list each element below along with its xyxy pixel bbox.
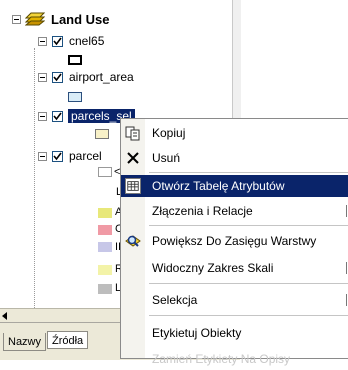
submenu-arrow-icon xyxy=(346,205,347,217)
submenu-arrow-icon xyxy=(346,262,347,274)
layer-group-name: Land Use xyxy=(51,11,110,27)
legend-symbol xyxy=(98,242,112,252)
layer-row-airport-area[interactable]: airport_area xyxy=(38,68,134,86)
layer-row-cnel65[interactable]: cnel65 xyxy=(38,32,104,50)
layer-visibility-checkbox[interactable] xyxy=(52,110,63,122)
menu-separator xyxy=(149,315,348,316)
tree-guide-line xyxy=(34,48,36,316)
menu-item-visible-scale-range[interactable]: Widoczny Zakres Skali xyxy=(121,257,348,279)
menu-item-zoom-to-layer[interactable]: Powiększ Do Zasięgu Warstwy xyxy=(121,230,348,252)
legend-symbol xyxy=(95,129,109,139)
copy-icon xyxy=(125,126,140,141)
legend-symbol xyxy=(98,265,112,275)
layer-name: parcels xyxy=(69,149,101,163)
menu-item-label: Powiększ Do Zasięgu Warstwy xyxy=(152,234,317,248)
menu-separator xyxy=(149,283,348,284)
menu-item-selection[interactable]: Selekcja xyxy=(121,289,348,311)
menu-item-label: Usuń xyxy=(152,151,181,165)
menu-item-delete[interactable]: Usuń xyxy=(121,147,348,169)
menu-item-open-attribute-table[interactable]: Otwórz Tabelę Atrybutów xyxy=(121,175,348,197)
tab-names[interactable]: Nazwy xyxy=(3,333,47,351)
table-icon xyxy=(125,178,141,194)
menu-item-convert-labels: Zamień Etykiety Na Opisy xyxy=(121,348,348,370)
collapse-toggle-icon[interactable] xyxy=(38,72,47,82)
menu-item-label: Etykietuj Obiekty xyxy=(152,326,242,340)
collapse-toggle-icon[interactable] xyxy=(12,14,21,24)
collapse-toggle-icon[interactable] xyxy=(38,151,47,161)
legend-symbol xyxy=(98,167,112,177)
layer-row-parcels[interactable]: parcels xyxy=(38,147,101,165)
menu-item-label: Złączenia i Relacje xyxy=(152,204,253,218)
scroll-left-arrow-icon[interactable] xyxy=(2,312,7,320)
legend-symbol xyxy=(68,55,82,65)
menu-item-label-features[interactable]: Etykietuj Obiekty xyxy=(121,322,348,344)
layer-name: cnel65 xyxy=(69,34,105,48)
menu-item-label: Kopiuj xyxy=(152,126,186,140)
menu-item-label: Zamień Etykiety Na Opisy xyxy=(152,352,291,366)
delete-icon xyxy=(127,152,139,164)
collapse-toggle-icon[interactable] xyxy=(38,36,47,46)
menu-item-label: Selekcja xyxy=(152,293,198,307)
menu-item-copy[interactable]: Kopiuj xyxy=(121,122,348,144)
menu-separator xyxy=(149,172,348,173)
menu-item-label: Widoczny Zakres Skali xyxy=(152,261,274,275)
legend-symbol xyxy=(98,225,112,235)
menu-item-joins-relates[interactable]: Złączenia i Relacje xyxy=(121,200,348,222)
menu-item-label: Otwórz Tabelę Atrybutów xyxy=(152,179,285,193)
menu-separator xyxy=(149,225,348,226)
layer-visibility-checkbox[interactable] xyxy=(52,150,63,162)
layer-visibility-checkbox[interactable] xyxy=(52,35,63,47)
layer-context-menu: Kopiuj Usuń Otwórz Tabelę Atrybutów Złąc… xyxy=(120,118,348,366)
tab-sources[interactable]: Źródła xyxy=(47,331,89,349)
layer-name: airport_area xyxy=(69,70,134,84)
layer-group-row[interactable]: Land Use xyxy=(12,10,110,28)
submenu-arrow-icon xyxy=(346,294,347,306)
legend-symbol xyxy=(68,92,82,102)
legend-symbol xyxy=(98,208,112,218)
legend-symbol xyxy=(98,284,112,294)
layer-group-icon xyxy=(25,12,45,26)
collapse-toggle-icon[interactable] xyxy=(38,111,47,121)
zoom-to-layer-icon xyxy=(125,235,141,247)
layer-visibility-checkbox[interactable] xyxy=(52,71,63,83)
